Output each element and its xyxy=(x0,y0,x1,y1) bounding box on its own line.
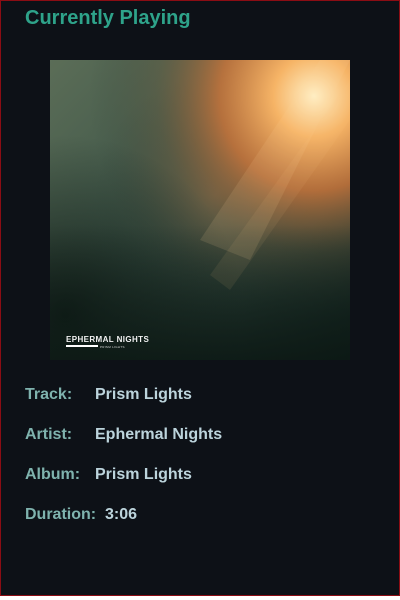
track-value: Prism Lights xyxy=(95,386,192,403)
now-playing-panel: Currently Playing EPHERMAL NIGHTS PRISM … xyxy=(0,0,400,596)
album-cover: EPHERMAL NIGHTS PRISM LIGHTS xyxy=(50,60,350,360)
page-title: Currently Playing xyxy=(25,7,191,29)
artist-value: Ephermal Nights xyxy=(95,426,223,443)
duration-row: Duration: 3:06 xyxy=(25,506,137,524)
album-cover-art xyxy=(50,60,350,360)
cover-subtitle-text: PRISM LIGHTS xyxy=(100,345,125,349)
cover-title-text: EPHERMAL NIGHTS xyxy=(66,335,150,344)
duration-label: Duration: xyxy=(25,506,97,523)
artist-row: Artist: Ephermal Nights xyxy=(25,426,222,444)
album-label: Album: xyxy=(25,466,81,483)
duration-value: 3:06 xyxy=(105,506,138,523)
cover-underline xyxy=(66,345,98,347)
track-label: Track: xyxy=(25,386,73,403)
album-value: Prism Lights xyxy=(95,466,192,483)
album-row: Album: Prism Lights xyxy=(25,466,192,484)
artist-label: Artist: xyxy=(25,426,73,443)
track-row: Track: Prism Lights xyxy=(25,386,192,404)
